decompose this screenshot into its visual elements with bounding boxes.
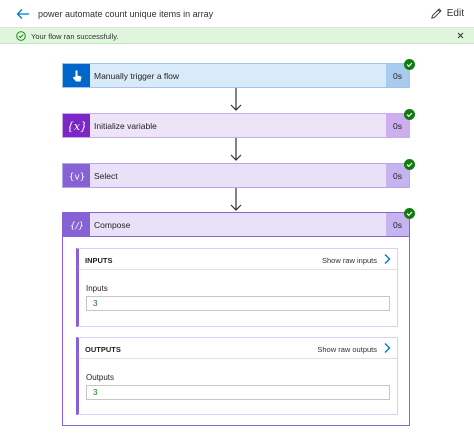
step-initialize-variable[interactable]: {x} Initialize variable 0s bbox=[62, 109, 415, 138]
inputs-header: INPUTS Show raw inputs bbox=[79, 249, 397, 270]
close-icon[interactable] bbox=[455, 30, 466, 41]
outputs-header: OUTPUTS Show raw outputs bbox=[79, 338, 397, 359]
success-check-icon bbox=[404, 59, 415, 70]
arrow-down-icon bbox=[230, 138, 242, 161]
success-check-icon bbox=[16, 31, 26, 41]
top-bar: power automate count unique items in arr… bbox=[0, 0, 474, 28]
flow-title: power automate count unique items in arr… bbox=[38, 9, 214, 19]
outputs-panel: OUTPUTS Show raw outputs Outputs 3 bbox=[76, 337, 398, 415]
inputs-heading: INPUTS bbox=[85, 256, 113, 265]
data-operation-icon: {v} bbox=[69, 172, 85, 182]
svg-text:{v}: {v} bbox=[69, 172, 85, 182]
show-raw-outputs-link[interactable]: Show raw outputs bbox=[317, 345, 377, 354]
arrow-down-icon bbox=[230, 88, 242, 111]
edit-label: Edit bbox=[446, 8, 464, 19]
data-operation-icon: {/} bbox=[69, 221, 83, 231]
inputs-value-box: 3 bbox=[86, 296, 390, 311]
variable-icon: {x} bbox=[69, 120, 85, 133]
chevron-right-icon[interactable] bbox=[382, 342, 392, 354]
chevron-right-icon[interactable] bbox=[382, 253, 392, 265]
inputs-value: 3 bbox=[93, 299, 98, 308]
show-raw-inputs-link[interactable]: Show raw inputs bbox=[322, 256, 377, 265]
outputs-label: Outputs bbox=[86, 373, 115, 382]
step-manually-trigger[interactable]: Manually trigger a flow 0s bbox=[62, 59, 415, 88]
success-check-icon bbox=[404, 109, 415, 120]
outputs-heading: OUTPUTS bbox=[85, 345, 121, 354]
step-label: Select bbox=[94, 171, 118, 181]
back-arrow-icon[interactable] bbox=[14, 5, 32, 23]
success-check-icon bbox=[404, 208, 415, 219]
svg-text:{x}: {x} bbox=[69, 120, 85, 133]
step-compose[interactable]: {/} Compose 0s bbox=[62, 208, 415, 237]
inputs-label: Inputs bbox=[86, 284, 108, 293]
step-label: Manually trigger a flow bbox=[94, 71, 180, 81]
inputs-panel: INPUTS Show raw inputs Inputs 3 bbox=[76, 248, 398, 327]
outputs-value-box: 3 bbox=[86, 385, 390, 400]
compose-details: INPUTS Show raw inputs Inputs 3 OUTPUTS … bbox=[62, 237, 410, 426]
svg-text:{/}: {/} bbox=[69, 221, 83, 231]
success-check-icon bbox=[404, 159, 415, 170]
step-label: Compose bbox=[94, 220, 131, 230]
step-select[interactable]: {v} Select 0s bbox=[62, 159, 415, 188]
hand-touch-icon bbox=[72, 69, 81, 81]
outputs-value: 3 bbox=[93, 388, 98, 397]
arrow-down-icon bbox=[230, 188, 242, 211]
banner-message: Your flow ran successfully. bbox=[31, 32, 119, 41]
edit-button[interactable]: Edit bbox=[430, 7, 464, 20]
success-banner: Your flow ran successfully. bbox=[0, 28, 474, 44]
step-label: Initialize variable bbox=[94, 121, 157, 131]
pencil-icon bbox=[431, 8, 442, 19]
